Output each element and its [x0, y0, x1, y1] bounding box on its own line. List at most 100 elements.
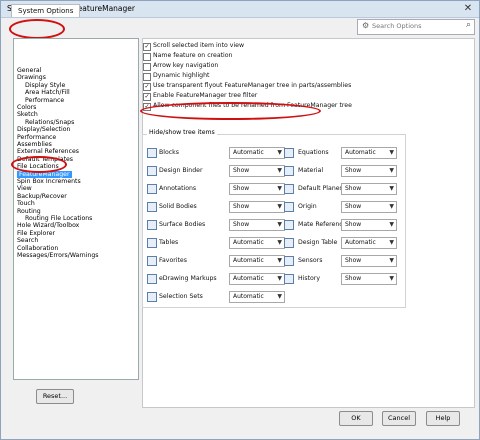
tree-item[interactable]: View [17, 185, 32, 192]
edrawing-markups-icon [147, 274, 157, 284]
visibility-select[interactable]: Automatic ▼ [341, 237, 397, 249]
tree-item-label: Origin [298, 203, 317, 210]
tree-item[interactable]: File Explorer [17, 230, 55, 237]
tree-item[interactable]: Display Style [25, 82, 65, 89]
chevron-down-icon[interactable]: ▼ [277, 292, 282, 302]
checkbox[interactable]: ✓ [143, 103, 151, 111]
tree-item[interactable]: Default Templates [17, 156, 73, 163]
chevron-down-icon[interactable]: ▼ [389, 256, 394, 266]
search-box[interactable]: ⚙ ⌕ [357, 19, 475, 35]
help-button[interactable]: Help [426, 411, 460, 426]
visibility-select[interactable]: Automatic ▼ [229, 147, 285, 159]
chevron-down-icon[interactable]: ▼ [277, 166, 282, 176]
checkbox[interactable]: ✓ [143, 83, 151, 91]
tree-item[interactable]: Assemblies [17, 141, 52, 148]
hide-show-title: Hide/show tree items [147, 129, 217, 136]
tree-item[interactable]: Relations/Snaps [25, 119, 74, 126]
chevron-down-icon[interactable]: ▼ [389, 274, 394, 284]
visibility-select[interactable]: Automatic ▼ [229, 291, 285, 303]
select-value: Show [233, 167, 250, 174]
visibility-select[interactable]: Show ▼ [341, 165, 397, 177]
chevron-down-icon[interactable]: ▼ [277, 256, 282, 266]
chevron-down-icon[interactable]: ▼ [389, 166, 394, 176]
tree-item[interactable]: Performance [17, 134, 56, 141]
tree-item[interactable]: Search [17, 237, 38, 244]
close-icon[interactable]: ✕ [461, 2, 475, 15]
tree-item-label: Selection Sets [159, 293, 203, 300]
checkbox[interactable] [143, 73, 151, 81]
visibility-select[interactable]: Show ▼ [341, 183, 397, 195]
tree-item[interactable]: Colors [17, 104, 36, 111]
tree-item[interactable]: Display/Selection [17, 126, 70, 133]
checkbox[interactable]: ✓ [143, 43, 151, 51]
chevron-down-icon[interactable]: ▼ [389, 238, 394, 248]
visibility-select[interactable]: Show ▼ [341, 273, 397, 285]
visibility-select[interactable]: Automatic ▼ [229, 255, 285, 267]
chevron-down-icon[interactable]: ▼ [277, 184, 282, 194]
visibility-select[interactable]: Show ▼ [229, 201, 285, 213]
visibility-select[interactable]: Show ▼ [229, 165, 285, 177]
visibility-select[interactable]: Automatic ▼ [229, 237, 285, 249]
tree-item[interactable]: Routing File Locations [25, 215, 92, 222]
reset-button[interactable]: Reset... [36, 389, 74, 404]
tree-item-label: History [298, 275, 321, 282]
select-value: Show [345, 203, 362, 210]
tree-item[interactable]: Performance [25, 97, 64, 104]
tree-item[interactable]: External References [17, 148, 79, 155]
tab-system-options[interactable]: System Options [11, 4, 81, 17]
system-options-window: System Options - FeatureManager ✕ System… [0, 0, 480, 440]
visibility-select[interactable]: Automatic ▼ [341, 147, 397, 159]
sensors-icon [284, 256, 294, 266]
tree-item[interactable]: File Locations [17, 163, 59, 170]
highlight-system-options-tab [9, 19, 65, 39]
visibility-select[interactable]: Show ▼ [229, 219, 285, 231]
tree-item[interactable]: Spin Box Increments [17, 178, 81, 185]
tree-item[interactable]: Area Hatch/Fill [25, 89, 70, 96]
chevron-down-icon[interactable]: ▼ [277, 148, 282, 158]
tree-item[interactable]: Collaboration [17, 245, 58, 252]
visibility-select[interactable]: Show ▼ [341, 255, 397, 267]
select-value: Show [345, 185, 362, 192]
option-label: Arrow key navigation [153, 62, 219, 69]
select-value: Show [345, 257, 362, 264]
search-input[interactable] [372, 21, 456, 31]
search-icon[interactable]: ⌕ [466, 20, 471, 30]
tree-item[interactable]: Backup/Recover [17, 193, 67, 200]
visibility-select[interactable]: Automatic ▼ [229, 273, 285, 285]
chevron-down-icon[interactable]: ▼ [389, 202, 394, 212]
tree-item[interactable]: General [17, 67, 41, 74]
visibility-select[interactable]: Show ▼ [341, 201, 397, 213]
select-value: Show [345, 167, 362, 174]
tree-item[interactable]: Drawings [17, 74, 46, 81]
chevron-down-icon[interactable]: ▼ [389, 220, 394, 230]
equations-icon [284, 148, 294, 158]
checkbox[interactable] [143, 53, 151, 61]
tree-item[interactable]: Hole Wizard/Toolbox [17, 222, 79, 229]
tree-item[interactable]: Sketch [17, 111, 38, 118]
chevron-down-icon[interactable]: ▼ [277, 274, 282, 284]
select-value: Show [233, 221, 250, 228]
chevron-down-icon[interactable]: ▼ [389, 184, 394, 194]
tree-item[interactable]: FeatureManager [17, 170, 72, 178]
chevron-down-icon[interactable]: ▼ [277, 202, 282, 212]
chevron-down-icon[interactable]: ▼ [277, 220, 282, 230]
chevron-down-icon[interactable]: ▼ [389, 148, 394, 158]
cancel-button[interactable]: Cancel [382, 411, 416, 426]
tree-item[interactable]: Touch [17, 200, 35, 207]
material-icon [284, 166, 294, 176]
chevron-down-icon[interactable]: ▼ [277, 238, 282, 248]
tree-item-label: Material [298, 167, 324, 174]
tree-item-label: Favorites [159, 257, 187, 264]
checkbox[interactable] [143, 63, 151, 71]
tree-item[interactable]: Routing [17, 208, 41, 215]
checkbox[interactable]: ✓ [143, 93, 151, 101]
option-label: Enable FeatureManager tree filter [153, 92, 258, 99]
visibility-select[interactable]: Show ▼ [341, 219, 397, 231]
select-value: Automatic [233, 293, 264, 300]
ok-button[interactable]: OK [339, 411, 373, 426]
gear-icon[interactable]: ⚙ [362, 21, 369, 30]
tree-item[interactable]: Messages/Errors/Warnings [17, 252, 98, 259]
tree-item-label: eDrawing Markups [159, 275, 217, 282]
visibility-select[interactable]: Show ▼ [229, 183, 285, 195]
surface-bodies-icon [147, 220, 157, 230]
